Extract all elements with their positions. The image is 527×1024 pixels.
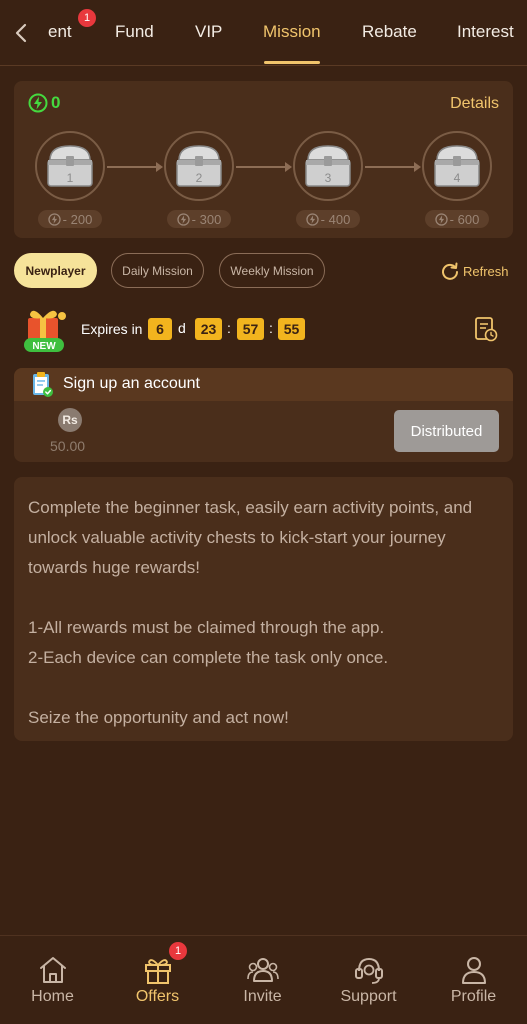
chest-2-cost: - 300	[167, 210, 231, 228]
chest-2[interactable]: 2	[164, 131, 234, 201]
bottom-navigation: Home 1 Offers Invite Support Profile	[0, 935, 527, 1024]
mission-description: Complete the beginner task, easily earn …	[14, 477, 513, 741]
refresh-button[interactable]: Refresh	[440, 261, 509, 281]
timer-separator: :	[227, 320, 231, 336]
filter-daily-mission[interactable]: Daily Mission	[111, 253, 204, 288]
filter-newplayer[interactable]: Newplayer	[14, 253, 97, 288]
gift-icon	[144, 959, 171, 984]
description-intro: Complete the beginner task, easily earn …	[28, 498, 473, 577]
lightning-icon	[176, 212, 190, 226]
people-icon	[246, 958, 279, 982]
svg-text:NEW: NEW	[32, 341, 56, 352]
lightning-icon	[305, 212, 319, 226]
treasure-chest-icon: 2	[176, 145, 222, 187]
lightning-icon	[434, 212, 448, 226]
cost-value: - 600	[449, 211, 480, 227]
user-icon	[461, 957, 486, 984]
lightning-icon	[47, 212, 61, 226]
nav-profile[interactable]: Profile	[421, 936, 526, 1024]
nav-home[interactable]: Home	[0, 936, 105, 1024]
cost-value: - 400	[320, 211, 351, 227]
nav-support-label: Support	[340, 988, 397, 1005]
progress-arrow	[365, 162, 421, 172]
description-outro: Seize the opportunity and act now!	[28, 708, 289, 727]
tab-notification-badge: 1	[78, 9, 96, 27]
nav-invite-label: Invite	[243, 988, 282, 1005]
nav-offers-label: Offers	[135, 988, 180, 1005]
timer-days: 6	[148, 318, 172, 340]
svg-text:1: 1	[67, 171, 74, 185]
activity-points: 0	[28, 93, 60, 113]
treasure-chest-icon: 3	[305, 145, 351, 187]
timer-separator: :	[269, 320, 273, 336]
cost-value: - 200	[62, 211, 93, 227]
timer-day-unit: d	[178, 320, 186, 336]
treasure-chest-icon: 4	[434, 145, 480, 187]
tab-mission[interactable]: Mission	[263, 22, 321, 42]
description-rule-2: 2-Each device can complete the task only…	[28, 648, 389, 667]
nav-offers[interactable]: 1 Offers	[105, 936, 210, 1024]
tab-fund[interactable]: Fund	[115, 22, 154, 42]
chest-4[interactable]: 4	[422, 131, 492, 201]
refresh-icon	[442, 262, 458, 280]
chest-4-cost: - 600	[425, 210, 489, 228]
nav-support[interactable]: Support	[316, 936, 421, 1024]
description-rule-1: 1-All rewards must be claimed through th…	[28, 618, 385, 637]
cost-value: - 300	[191, 211, 222, 227]
chest-progress-card: 0 Details 1 2 3 4 - 200 - 300 - 400 - 60…	[14, 81, 513, 238]
distributed-button[interactable]: Distributed	[394, 410, 499, 452]
task-title: Sign up an account	[63, 375, 200, 392]
chest-3[interactable]: 3	[293, 131, 363, 201]
timer-minutes: 57	[237, 318, 264, 340]
tab-vip[interactable]: VIP	[195, 22, 222, 42]
chest-1[interactable]: 1	[35, 131, 105, 201]
task-header: Sign up an account	[14, 368, 513, 401]
nav-invite[interactable]: Invite	[210, 936, 315, 1024]
points-value: 0	[51, 93, 61, 112]
details-link[interactable]: Details	[450, 95, 499, 113]
tab-rebate[interactable]: Rebate	[362, 22, 417, 42]
chest-1-cost: - 200	[38, 210, 102, 228]
headset-icon	[354, 957, 383, 984]
nav-home-label: Home	[31, 988, 74, 1005]
svg-text:2: 2	[196, 171, 203, 185]
refresh-label: Refresh	[463, 263, 509, 279]
svg-text:4: 4	[454, 171, 461, 185]
top-tab-bar: ent 1 Fund VIP Mission Rebate Interest	[0, 0, 527, 66]
rupee-coin-icon: Rs	[58, 408, 82, 432]
lightning-icon	[28, 93, 48, 113]
nav-profile-label: Profile	[450, 988, 497, 1005]
clipboard-check-icon	[33, 372, 53, 397]
task-card: Sign up an account Rs 50.00 Distributed	[14, 368, 513, 462]
expires-label: Expires in	[81, 321, 143, 337]
progress-arrow	[107, 162, 163, 172]
new-gift-icon: NEW	[24, 310, 66, 352]
svg-text:3: 3	[325, 171, 332, 185]
reward-amount: 50.00	[50, 438, 86, 454]
mission-history-icon[interactable]	[474, 316, 498, 342]
offers-badge: 1	[169, 942, 187, 960]
home-icon	[39, 957, 66, 983]
tab-event[interactable]: ent	[48, 22, 72, 42]
chest-3-cost: - 400	[296, 210, 360, 228]
tab-interest[interactable]: Interest	[457, 22, 514, 42]
active-tab-indicator	[264, 61, 320, 64]
progress-arrow	[236, 162, 292, 172]
filter-weekly-mission[interactable]: Weekly Mission	[219, 253, 325, 288]
timer-hours: 23	[195, 318, 222, 340]
back-arrow-icon[interactable]	[10, 20, 34, 46]
treasure-chest-icon: 1	[47, 145, 93, 187]
timer-seconds: 55	[278, 318, 305, 340]
